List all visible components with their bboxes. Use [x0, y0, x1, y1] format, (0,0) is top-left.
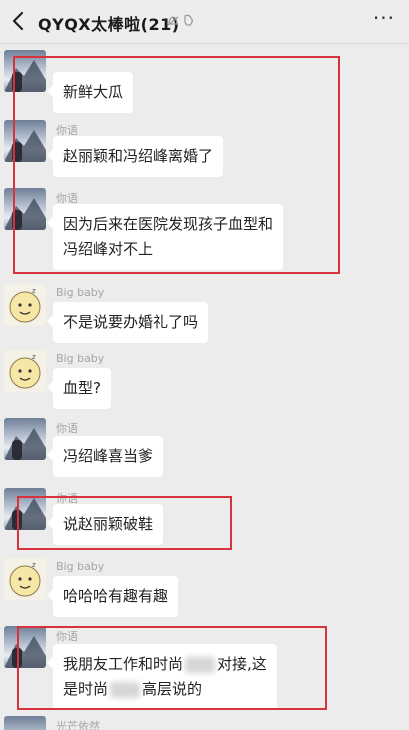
sender-name: 你语 — [56, 422, 78, 435]
avatar[interactable] — [4, 716, 46, 730]
more-options-icon[interactable]: ··· — [373, 6, 395, 30]
mute-bell-icon — [167, 16, 179, 26]
sender-name: Big baby — [56, 286, 105, 299]
svg-text:z: z — [32, 287, 36, 295]
svg-text:z: z — [32, 561, 36, 569]
avatar[interactable]: z — [4, 558, 46, 600]
avatar[interactable]: z — [4, 350, 46, 392]
chat-header: QYQX太棒啦(21) ··· — [0, 0, 409, 44]
avatar[interactable]: z — [4, 284, 46, 326]
sticker-icon — [184, 14, 193, 26]
svg-text:z: z — [32, 353, 36, 361]
message-row: 光芒依然 — [0, 716, 409, 730]
avatar[interactable] — [4, 418, 46, 460]
highlight-box — [17, 496, 232, 550]
message-bubble[interactable]: 不是说要办婚礼了吗 — [46, 302, 209, 343]
sender-name: 光芒依然 — [56, 720, 100, 730]
sender-name: Big baby — [56, 560, 105, 573]
sender-name: Big baby — [56, 352, 105, 365]
message-bubble[interactable]: 哈哈哈有趣有趣 — [46, 576, 179, 617]
message-row: 你语 冯绍峰喜当爹 — [0, 418, 409, 478]
message-bubble[interactable]: 冯绍峰喜当爹 — [46, 436, 164, 477]
message-row: z Big baby 不是说要办婚礼了吗 — [0, 284, 409, 344]
highlight-box — [17, 626, 327, 710]
highlight-box — [13, 56, 340, 274]
chat-title: QYQX太棒啦(21) — [38, 15, 180, 34]
message-bubble[interactable]: 血型? — [47, 368, 111, 409]
back-arrow-icon[interactable] — [8, 8, 30, 34]
mute-and-sticker-icons — [167, 14, 193, 26]
message-row: z Big baby 血型? — [0, 350, 409, 410]
message-row: z Big baby 哈哈哈有趣有趣 — [0, 558, 409, 618]
